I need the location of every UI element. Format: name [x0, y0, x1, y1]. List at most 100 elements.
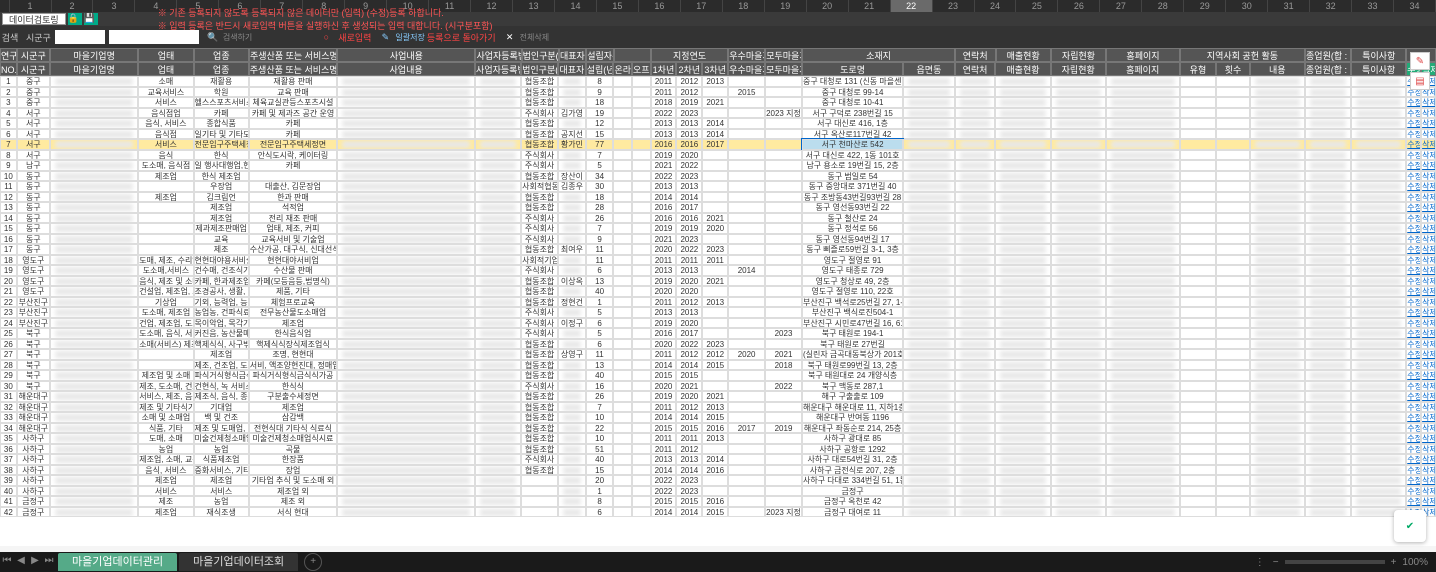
cell-sup1[interactable]: 2017 [728, 423, 765, 434]
cell-on[interactable] [613, 108, 632, 119]
cell-reg2[interactable] [1180, 171, 1217, 182]
cell-biz[interactable] [337, 412, 475, 423]
cell-gu[interactable]: 해운대구 [17, 402, 50, 413]
cell-note[interactable] [1351, 234, 1406, 245]
cell-note[interactable] [1351, 244, 1406, 255]
cell-fnd[interactable]: 13 [586, 360, 614, 371]
cell-reg[interactable] [475, 118, 521, 129]
cell-gu[interactable]: 중구 [17, 97, 50, 108]
cell-reg[interactable] [475, 244, 521, 255]
cell-nm[interactable] [50, 433, 138, 444]
cell-y3[interactable]: 2023 [702, 244, 728, 255]
cell-reg[interactable] [475, 150, 521, 161]
cell-sales[interactable] [995, 475, 1050, 486]
cell-job[interactable] [1051, 339, 1106, 350]
cell-no[interactable]: 34 [0, 423, 17, 434]
cell-cont[interactable] [1250, 286, 1305, 297]
cell-y1[interactable]: 2014 [651, 507, 677, 518]
cell-sup1[interactable] [728, 475, 765, 486]
edit-link[interactable]: 수정 [1406, 150, 1421, 161]
cell-nm[interactable] [50, 76, 138, 87]
cell-addr[interactable]: 해운대구 좌동순로 214, 25층 [802, 423, 903, 434]
cell-y2[interactable]: 2016 [676, 213, 702, 224]
cell-y3[interactable]: 2020 [702, 223, 728, 234]
cell-addr[interactable]: 중구 대청로 131 (신동 마을센터) [802, 76, 903, 87]
cell-cont[interactable] [1250, 328, 1305, 339]
cell-addr[interactable]: 사하구 공항로 1292 [802, 444, 903, 455]
tab-next[interactable]: ▶ [28, 555, 42, 569]
cell-emp[interactable] [1305, 370, 1351, 381]
h2-y1[interactable]: 1차년 [651, 62, 677, 76]
h2-biz[interactable]: 사업내용 [337, 62, 475, 76]
cell-y3[interactable]: 2023 [702, 339, 728, 350]
cell-on[interactable] [613, 444, 632, 455]
cell-sup2[interactable] [765, 402, 802, 413]
cell-addr[interactable]: 사하구 다대로 334번길 51, 1동 [802, 475, 903, 486]
cell-off[interactable] [632, 412, 651, 423]
cell-emp[interactable] [1305, 402, 1351, 413]
cell-sup2[interactable] [765, 223, 802, 234]
delete-link[interactable]: 삭제 [1421, 97, 1436, 108]
cell-off[interactable] [632, 391, 651, 402]
cell-reg[interactable] [475, 444, 521, 455]
cell-sup2[interactable] [765, 475, 802, 486]
cell-gu[interactable]: 북구 [17, 360, 50, 371]
cell-y1[interactable]: 2022 [651, 475, 677, 486]
cell-reg2[interactable] [1180, 402, 1217, 413]
h2-reg[interactable]: 사업자등록번호 [475, 62, 521, 76]
cell-sup2[interactable] [765, 286, 802, 297]
cell-addr[interactable]: 동구 중앙대로 371번길 40 [802, 181, 903, 192]
cell-sup1[interactable] [728, 223, 765, 234]
cell-sup2[interactable] [765, 202, 802, 213]
delete-link[interactable]: 삭제 [1421, 360, 1436, 371]
cell-addr2[interactable] [903, 97, 955, 108]
cell-note[interactable] [1351, 381, 1406, 392]
delete-link[interactable]: 삭제 [1421, 192, 1436, 203]
cell-sup1[interactable] [728, 160, 765, 171]
cell-ceo[interactable] [558, 307, 586, 318]
cell-gu[interactable]: 동구 [17, 181, 50, 192]
cell-sup2[interactable] [765, 192, 802, 203]
cell-fnd[interactable]: 40 [586, 454, 614, 465]
cell-addr2[interactable] [903, 496, 955, 507]
cell-on[interactable] [613, 150, 632, 161]
delete-link[interactable]: 삭제 [1421, 412, 1436, 423]
cell-law[interactable]: 협동조합 [521, 339, 558, 350]
cell-gu[interactable]: 금정구 [17, 507, 50, 518]
cell-note[interactable] [1351, 160, 1406, 171]
cell-sup1[interactable] [728, 234, 765, 245]
cell-cont[interactable] [1250, 139, 1305, 150]
cell-nm[interactable] [50, 255, 138, 266]
cell-y3[interactable] [702, 486, 728, 497]
cell-off[interactable] [632, 129, 651, 140]
cell-off[interactable] [632, 150, 651, 161]
cell-emp[interactable] [1305, 265, 1351, 276]
cell-no[interactable]: 26 [0, 339, 17, 350]
cell-addr[interactable]: 동구 범일로 54 [802, 171, 903, 182]
cell-y2[interactable]: 2020 [676, 318, 702, 329]
cell-law[interactable]: 협동조합 [521, 192, 558, 203]
delete-link[interactable]: 삭제 [1421, 454, 1436, 465]
cell-fnd[interactable]: 40 [586, 370, 614, 381]
cell-no[interactable]: 25 [0, 328, 17, 339]
cell-biz[interactable] [337, 213, 475, 224]
h2-type[interactable]: 업종 [194, 62, 249, 76]
cell-addr2[interactable] [903, 454, 955, 465]
cell-cat[interactable]: 음식점업 [138, 108, 193, 119]
cell-y3[interactable]: 2021 [702, 276, 728, 287]
cell-note[interactable] [1351, 339, 1406, 350]
cell-y2[interactable]: 2023 [676, 486, 702, 497]
cell-y3[interactable] [702, 328, 728, 339]
cell-sup1[interactable] [728, 150, 765, 161]
cell-y2[interactable]: 2020 [676, 286, 702, 297]
h2-svc[interactable]: 주생산품 또는 서비스명 [249, 62, 337, 76]
h2-note[interactable]: 특이사항 [1351, 62, 1406, 76]
cell-type[interactable]: 건현식, 녹 서비스 [194, 381, 249, 392]
cell-fnd[interactable]: 6 [586, 507, 614, 518]
cell-biz[interactable] [337, 297, 475, 308]
cell-emp[interactable] [1305, 496, 1351, 507]
cell-off[interactable] [632, 486, 651, 497]
cell-addr2[interactable] [903, 108, 955, 119]
cell-addr2[interactable] [903, 349, 955, 360]
delete-link[interactable]: 삭제 [1421, 160, 1436, 171]
